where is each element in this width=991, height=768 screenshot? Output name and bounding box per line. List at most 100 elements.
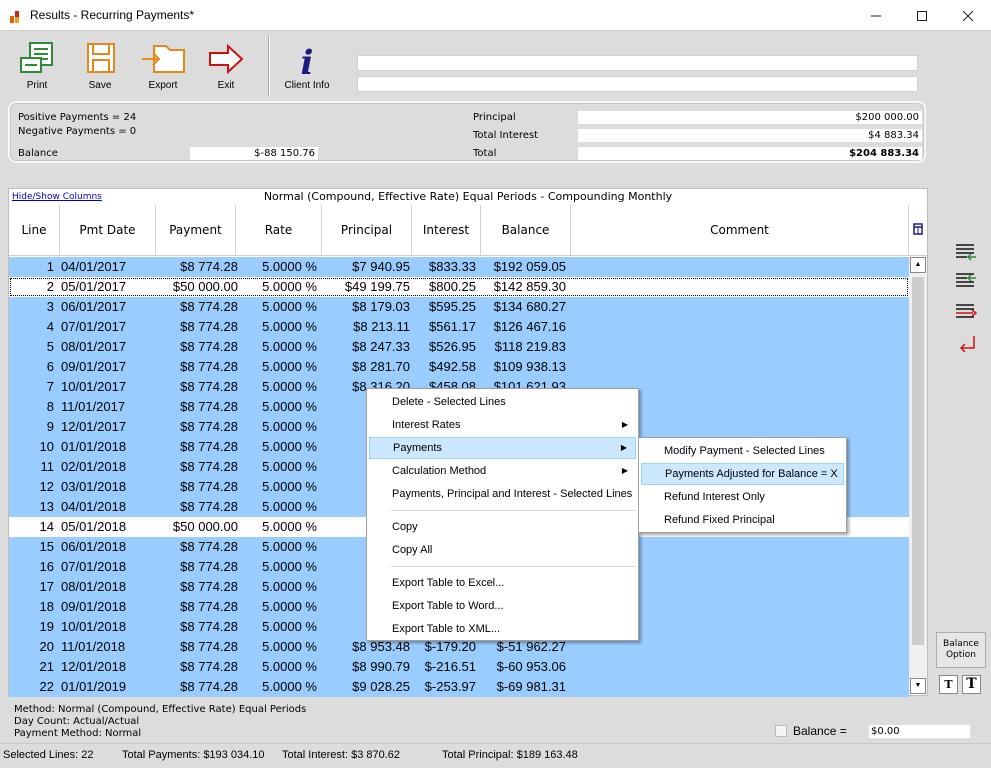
table-cell-pmt-date: 01/01/2019	[61, 679, 127, 694]
small-font-button[interactable]: T	[939, 675, 958, 694]
menu-item-label: Payments Adjusted for Balance = X	[665, 468, 838, 480]
table-cell-line: 15	[39, 539, 54, 554]
submenu-item-payments-adjusted-balance[interactable]: Payments Adjusted for Balance = X	[641, 463, 844, 485]
client-info-button[interactable]: i Client Info	[282, 42, 332, 91]
menu-item-export-excel[interactable]: Export Table to Excel...	[369, 572, 636, 594]
table-cell-principal: $8 247.33	[352, 339, 410, 354]
menu-item-payments-principal-interest[interactable]: Payments, Principal and Interest - Selec…	[369, 483, 636, 505]
table-cell-pmt-date: 11/01/2018	[61, 639, 126, 654]
table-cell-principal: $8 281.70	[352, 359, 410, 374]
table-cell-rate: 5.0000 %	[262, 299, 317, 314]
print-icon	[20, 42, 53, 73]
status-total-payments: Total Payments: $193 034.10	[122, 749, 265, 761]
submenu-arrow-icon: ▶	[620, 443, 627, 452]
submenu-item-refund-fixed-principal[interactable]: Refund Fixed Principal	[641, 509, 844, 531]
table-cell-line: 8	[46, 399, 54, 414]
toolbar-separator	[268, 36, 270, 96]
undo-icon[interactable]	[955, 334, 977, 352]
table-cell-line: 2	[46, 279, 54, 294]
balance-input[interactable]: $0.00	[868, 724, 971, 739]
print-button[interactable]: Print	[12, 42, 62, 91]
table-row[interactable]: 2 05/01/2017 $50 000.00 5.0000 % $49 199.75 $…	[9, 277, 909, 297]
scroll-thumb[interactable]	[912, 277, 924, 645]
menu-item-copy-all[interactable]: Copy All	[369, 539, 636, 561]
exit-button[interactable]: Exit	[201, 42, 251, 91]
table-cell-principal: $8 213.11	[353, 319, 410, 334]
delete-line-icon[interactable]	[955, 303, 977, 321]
column-header-balance[interactable]: Balance	[481, 205, 571, 256]
table-cell-rate: 5.0000 %	[262, 519, 317, 534]
table-row[interactable]: 5 08/01/2017 $8 774.28 5.0000 % $8 247.33 $52…	[9, 337, 909, 357]
insert-line-below-icon[interactable]	[955, 272, 977, 290]
table-row[interactable]: 21 12/01/2018 $8 774.28 5.0000 % $8 990.79 $-…	[9, 657, 909, 677]
balance-option-button[interactable]: Balance Option	[936, 632, 986, 668]
table-cell-line: 19	[39, 619, 54, 634]
maximize-button[interactable]	[899, 0, 945, 31]
table-cell-balance: $192 059.05	[493, 259, 566, 274]
save-button[interactable]: Save	[75, 42, 125, 91]
menu-item-delete-selected-lines[interactable]: Delete - Selected Lines	[369, 391, 636, 413]
table-cell-interest: $561.17	[429, 319, 476, 334]
menu-item-payments[interactable]: Payments ▶	[369, 437, 636, 459]
menu-item-interest-rates[interactable]: Interest Rates ▶	[369, 414, 636, 436]
menu-item-copy[interactable]: Copy	[369, 516, 636, 538]
table-cell-comment	[571, 257, 909, 277]
menu-item-export-word[interactable]: Export Table to Word...	[369, 595, 636, 617]
table-cell-rate: 5.0000 %	[262, 419, 317, 434]
table-cell-payment: $8 774.28	[180, 439, 238, 454]
column-chooser-icon	[913, 223, 923, 235]
summary-panel: Positive Payments = 24 Negative Payments…	[8, 101, 926, 163]
column-chooser-button[interactable]	[909, 205, 927, 256]
table-row[interactable]: 6 09/01/2017 $8 774.28 5.0000 % $8 281.70 $49…	[9, 357, 909, 377]
submenu-item-refund-interest-only[interactable]: Refund Interest Only	[641, 486, 844, 508]
table-cell-interest: $492.58	[429, 359, 476, 374]
grid-scrollbar[interactable]: ▲ ▼	[909, 257, 927, 694]
table-row[interactable]: 1 04/01/2017 $8 774.28 5.0000 % $7 940.95 $83…	[9, 257, 909, 277]
menu-item-calculation-method[interactable]: Calculation Method ▶	[369, 460, 636, 482]
table-cell-line: 3	[46, 299, 54, 314]
table-cell-pmt-date: 05/01/2017	[61, 279, 127, 294]
table-cell-payment: $8 774.28	[180, 299, 238, 314]
balance-checkbox[interactable]	[775, 725, 787, 737]
minimize-button[interactable]	[853, 0, 899, 31]
menu-item-export-xml[interactable]: Export Table to XML...	[369, 618, 636, 640]
table-cell-pmt-date: 05/01/2018	[61, 519, 127, 534]
grid-caption: Normal (Compound, Effective Rate) Equal …	[9, 189, 927, 205]
column-header-interest[interactable]: Interest	[412, 205, 481, 256]
hide-show-columns-link[interactable]: Hide/Show Columns	[12, 192, 102, 202]
column-header-comment[interactable]: Comment	[571, 205, 909, 256]
table-cell-line: 12	[39, 479, 54, 494]
column-header-payment[interactable]: Payment	[156, 205, 236, 256]
close-button[interactable]	[945, 0, 991, 31]
table-cell-principal: $8 179.03	[352, 299, 410, 314]
table-row[interactable]: 4 07/01/2017 $8 774.28 5.0000 % $8 213.11 $56…	[9, 317, 909, 337]
scroll-up-button[interactable]: ▲	[910, 257, 926, 273]
payments-submenu: Modify Payment - Selected Lines Payments…	[638, 437, 847, 533]
export-button[interactable]: Export	[138, 42, 188, 91]
menu-item-label: Modify Payment - Selected Lines	[664, 445, 825, 457]
status-total-principal: Total Principal: $189 163.48	[442, 749, 578, 761]
table-cell-rate: 5.0000 %	[262, 679, 317, 694]
svg-text:i: i	[301, 43, 314, 76]
column-header-line[interactable]: Line	[9, 205, 60, 256]
table-cell-comment	[571, 657, 909, 677]
menu-item-label: Export Table to XML...	[392, 623, 501, 635]
table-row[interactable]: 22 01/01/2019 $8 774.28 5.0000 % $9 028.25 $-…	[9, 677, 909, 697]
menu-item-label: Copy All	[392, 544, 433, 556]
scroll-down-button[interactable]: ▼	[910, 678, 926, 694]
insert-line-icon[interactable]	[955, 243, 977, 261]
table-cell-pmt-date: 12/01/2017	[61, 419, 127, 434]
table-cell-principal: $8 990.79	[352, 659, 410, 674]
large-font-button[interactable]: T	[962, 675, 981, 694]
save-label: Save	[88, 80, 112, 91]
column-header-pmt-date[interactable]: Pmt Date	[60, 205, 156, 256]
table-cell-rate: 5.0000 %	[262, 319, 317, 334]
maximize-icon	[917, 11, 927, 22]
submenu-item-modify-payment[interactable]: Modify Payment - Selected Lines	[641, 440, 844, 462]
table-cell-pmt-date: 10/01/2018	[61, 619, 127, 634]
column-header-principal[interactable]: Principal	[322, 205, 412, 256]
table-row[interactable]: 3 06/01/2017 $8 774.28 5.0000 % $8 179.03 $59…	[9, 297, 909, 317]
table-cell-line: 18	[39, 599, 54, 614]
table-cell-pmt-date: 06/01/2018	[61, 539, 127, 554]
column-header-rate[interactable]: Rate	[236, 205, 322, 256]
